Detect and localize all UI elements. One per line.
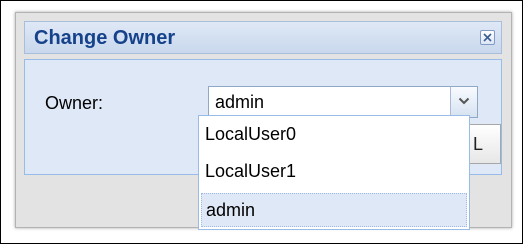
partially-hidden-button-label: L bbox=[473, 134, 484, 154]
close-button[interactable] bbox=[480, 30, 495, 45]
dialog-titlebar[interactable]: Change Owner bbox=[24, 21, 502, 54]
screenshot-frame: Change Owner Owner: admin L LocalUser0 L… bbox=[0, 0, 523, 244]
owner-combobox-trigger[interactable] bbox=[450, 87, 477, 117]
owner-combobox-value[interactable]: admin bbox=[215, 92, 264, 112]
close-icon bbox=[483, 33, 492, 42]
dialog-title: Change Owner bbox=[34, 27, 176, 49]
dropdown-item-localuser0[interactable]: LocalUser0 bbox=[201, 118, 467, 152]
owner-dropdown-list: LocalUser0 LocalUser1 admin bbox=[198, 115, 470, 230]
dropdown-item-admin[interactable]: admin bbox=[201, 193, 467, 227]
dropdown-item-localuser1[interactable]: LocalUser1 bbox=[201, 155, 467, 189]
owner-label: Owner: bbox=[45, 93, 104, 113]
owner-combobox[interactable]: admin bbox=[208, 86, 478, 118]
chevron-down-icon bbox=[458, 97, 470, 105]
